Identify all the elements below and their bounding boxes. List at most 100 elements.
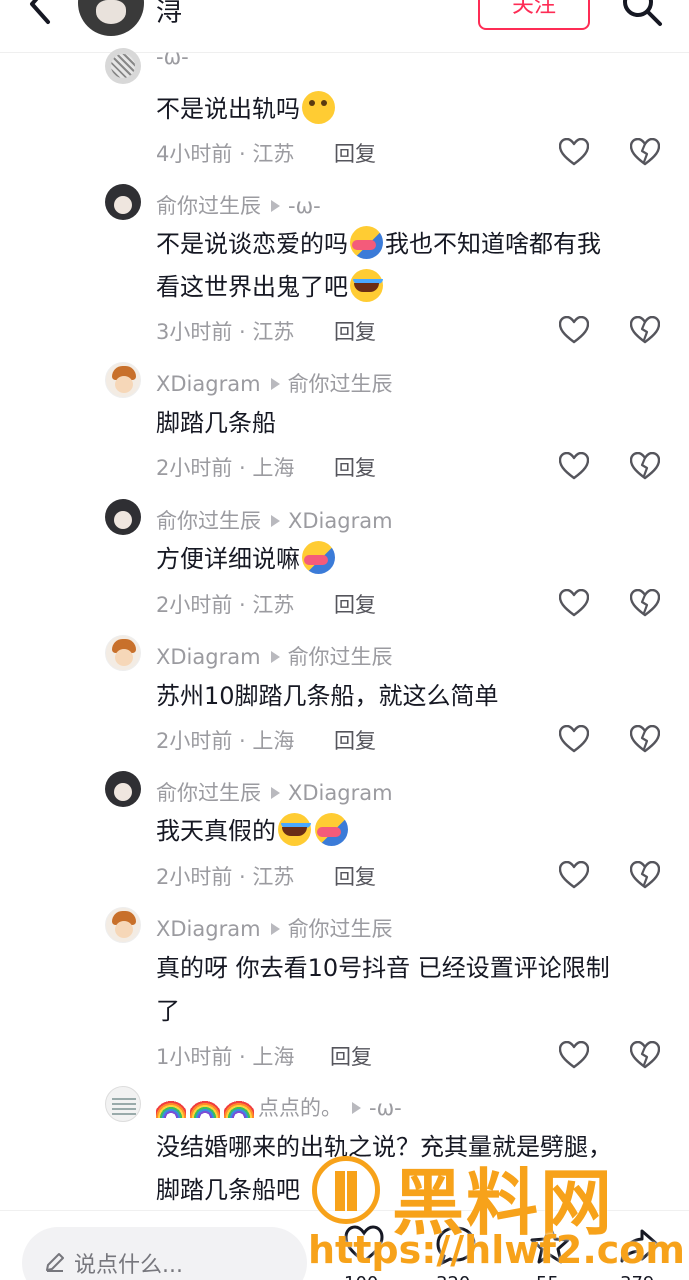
reply-arrow-icon [270,378,280,390]
thinking-emoji-icon [302,91,335,124]
comment-reply-to: 点点的。 -ω- [156,1092,402,1122]
comment-text: 苏州10脚踏几条船，就这么简单 [156,682,499,710]
reply-arrow-icon [271,787,280,799]
broken-heart-icon[interactable] [630,316,660,344]
reply-target[interactable]: -ω- [288,194,321,218]
top-bar: 浔 关注 [0,0,689,53]
search-icon[interactable] [620,0,664,30]
comment-reply-to: -ω- [156,45,189,69]
comment-reply-to: 俞你过生辰 XDiagram [156,505,393,535]
reply-button[interactable]: 回复 [334,138,376,168]
heart-icon[interactable] [559,589,589,617]
heart-icon[interactable] [559,452,589,480]
like-count: 100 [344,1273,378,1280]
reply-target[interactable]: XDiagram [288,781,393,805]
broken-heart-icon[interactable] [630,589,660,617]
reply-target[interactable]: 俞你过生辰 [288,645,393,669]
comment-text: 真的呀 你去看10号抖音 已经设置评论限制 了 [156,954,610,1025]
comment-input-bar: 说点什么... 100 320 55 379 [0,1210,689,1280]
share-count: 379 [620,1273,654,1280]
reply-arrow-icon [270,923,280,935]
comment-author[interactable]: XDiagram [156,645,261,669]
comment-meta: 2小时前 · 江苏 [156,865,295,889]
comment-input[interactable]: 说点什么... [22,1227,307,1280]
hug-emoji-icon [302,541,335,574]
heart-icon[interactable] [559,138,589,166]
heart-icon[interactable] [342,1223,386,1267]
crying-emoji-icon [350,269,383,302]
reply-target[interactable]: 俞你过生辰 [288,372,393,396]
broken-heart-icon[interactable] [630,138,660,166]
comment-meta: 2小时前 · 江苏 [156,593,295,617]
author-avatar[interactable] [78,0,144,36]
broken-heart-icon[interactable] [630,861,660,889]
comment-meta: 3小时前 · 江苏 [156,320,295,344]
avatar[interactable] [105,184,141,220]
back-arrow-icon[interactable] [20,0,60,32]
reply-button[interactable]: 回复 [334,725,376,755]
comment-text: 我天真假的 [156,810,656,853]
comment-reply-to: 俞你过生辰 -ω- [156,190,321,220]
hug-emoji-icon [350,226,383,259]
comment-text: 方便详细说嘛 [156,538,656,581]
rainbow-emoji-icon [224,1096,254,1118]
comment-author[interactable]: 俞你过生辰 [156,194,261,218]
avatar[interactable] [105,362,141,398]
comment-author[interactable]: XDiagram [156,372,261,396]
comment-meta: 2小时前 · 上海 [156,456,295,480]
broken-heart-icon[interactable] [630,725,660,753]
heart-icon[interactable] [559,316,589,344]
rainbow-emoji-icon [156,1096,186,1118]
comment-meta: 4小时前 · 江苏 [156,142,295,166]
comment-author[interactable]: 俞你过生辰 [156,509,261,533]
reply-button[interactable]: 回复 [334,861,376,891]
reply-target[interactable]: -ω- [369,1096,402,1120]
share-icon[interactable] [618,1223,662,1267]
reply-arrow-icon [271,200,280,212]
hug-emoji-icon [315,813,348,846]
comment-author[interactable]: XDiagram [156,917,261,941]
avatar[interactable] [105,48,141,84]
comment-meta: 1小时前 · 上海 [156,1045,295,1069]
author-name[interactable]: 浔 [156,0,182,29]
comment-count: 320 [436,1273,470,1280]
avatar[interactable] [105,499,141,535]
comment-reply-to: 俞你过生辰 XDiagram [156,777,393,807]
reply-button[interactable]: 回复 [330,1041,372,1071]
comment-text: 没结婚哪来的出轨之说？充其量就是劈腿， 脚踏几条船吧 [156,1133,612,1204]
broken-heart-icon[interactable] [630,1041,660,1069]
heart-icon[interactable] [559,861,589,889]
reply-target[interactable]: -ω- [156,45,189,69]
reply-button[interactable]: 回复 [334,452,376,482]
comment-author[interactable]: 俞你过生辰 [156,781,261,805]
pencil-icon [46,1253,64,1272]
crying-emoji-icon [278,813,311,846]
rainbow-emoji-icon [190,1096,220,1118]
heart-icon[interactable] [559,725,589,753]
reply-target[interactable]: XDiagram [288,509,393,533]
comment-reply-to: XDiagram 俞你过生辰 [156,913,393,943]
reply-target[interactable]: 俞你过生辰 [288,917,393,941]
comment-text: 脚踏几条船 [156,409,276,437]
comment-text: 不是说谈恋爱的吗 我也不知道啥都有我 看这世界出鬼了吧 [156,223,656,309]
avatar[interactable] [105,907,141,943]
reply-arrow-icon [270,651,280,663]
heart-icon[interactable] [559,1041,589,1069]
comment-meta: 2小时前 · 上海 [156,729,295,753]
reply-button[interactable]: 回复 [334,316,376,346]
avatar[interactable] [105,1086,141,1122]
comment-author[interactable]: 点点的。 [258,1096,342,1120]
favorite-count: 55 [536,1273,559,1280]
comment-reply-to: XDiagram 俞你过生辰 [156,368,393,398]
comment-text: 不是说出轨吗 [156,88,656,131]
reply-button[interactable]: 回复 [334,589,376,619]
comment-placeholder: 说点什么... [74,1253,183,1278]
reply-arrow-icon [271,515,280,527]
star-icon[interactable] [528,1223,572,1267]
reply-arrow-icon [352,1102,361,1114]
avatar[interactable] [105,771,141,807]
comment-bubble-icon[interactable] [434,1223,478,1267]
broken-heart-icon[interactable] [630,452,660,480]
avatar[interactable] [105,635,141,671]
follow-button[interactable]: 关注 [478,0,590,30]
